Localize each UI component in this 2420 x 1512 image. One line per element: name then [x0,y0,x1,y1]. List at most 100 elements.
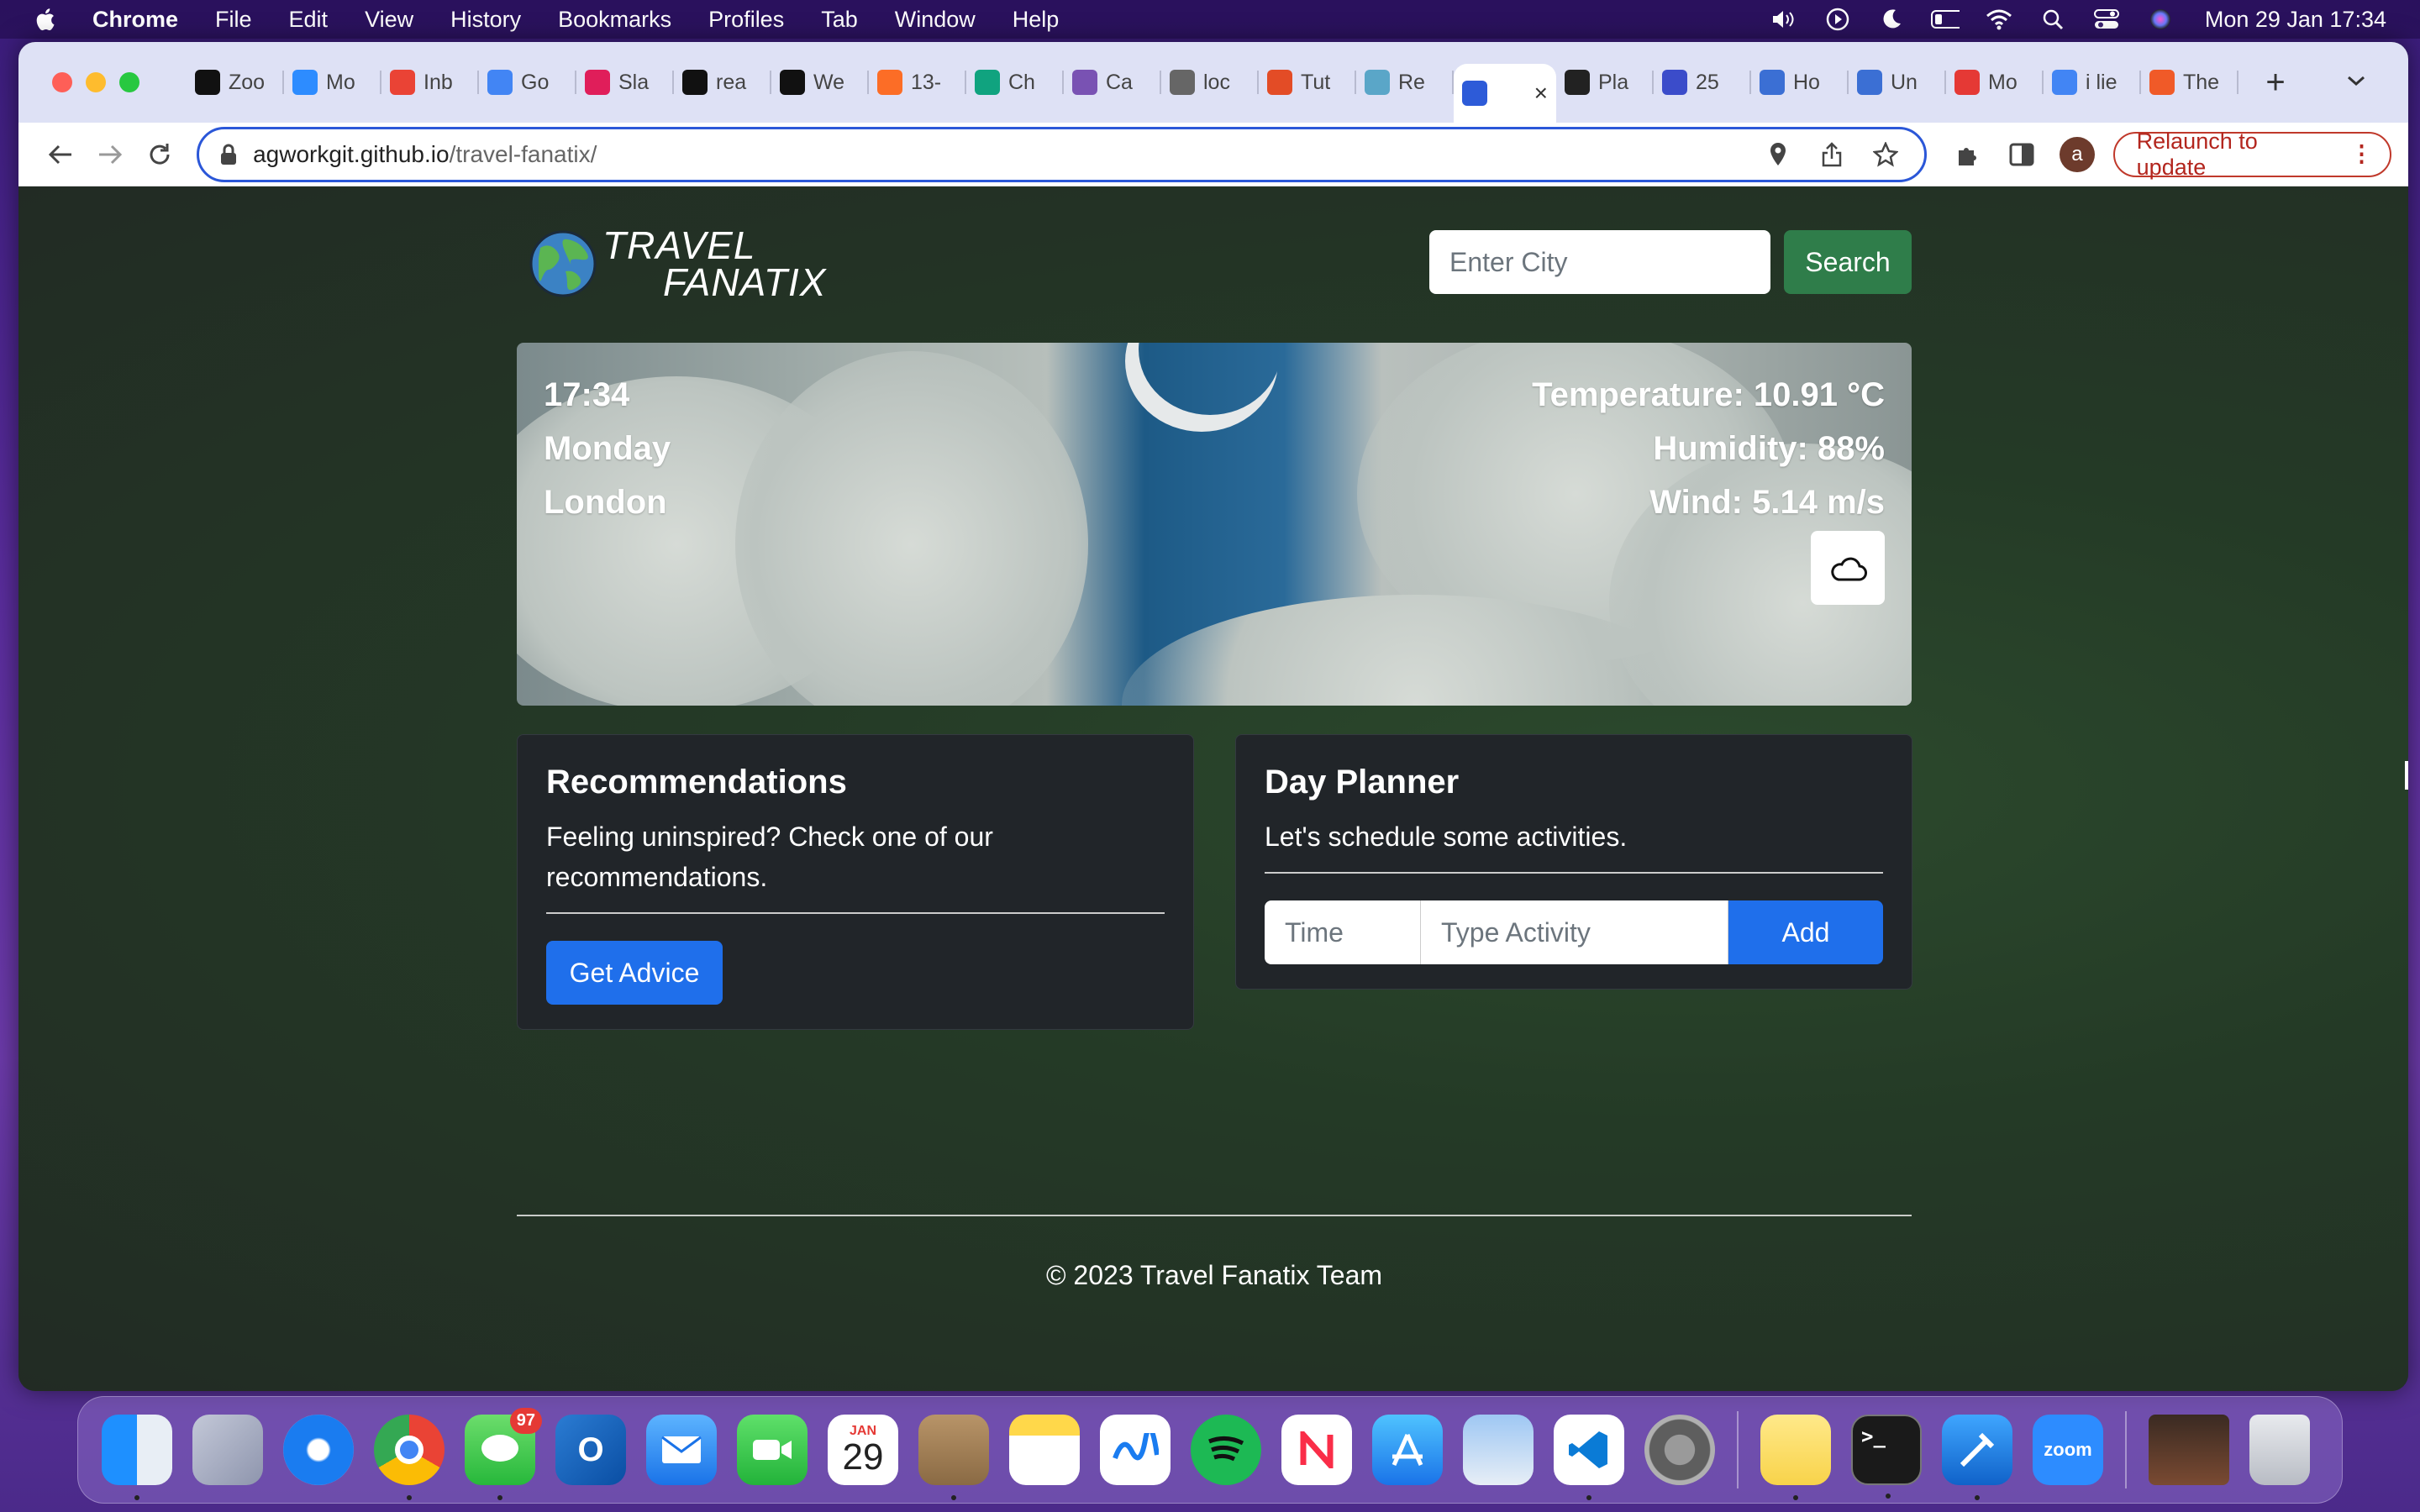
search-button[interactable]: Search [1784,230,1912,294]
close-tab-icon[interactable]: × [1534,80,1548,107]
menu-tab[interactable]: Tab [821,7,858,33]
browser-tab[interactable]: 25 [1654,59,1751,106]
menu-help[interactable]: Help [1013,7,1060,33]
facetime-icon[interactable] [737,1415,808,1485]
browser-tab[interactable]: Pla [1556,59,1654,106]
lock-icon[interactable] [219,144,238,165]
browser-tab[interactable]: Sla [576,59,674,106]
get-advice-button[interactable]: Get Advice [546,941,723,1005]
browser-tab[interactable]: Zoo [187,59,284,106]
control-center-icon[interactable] [2092,7,2121,32]
safari-icon[interactable] [283,1415,354,1485]
terminal-icon[interactable]: >_ [1851,1415,1922,1499]
battery-icon[interactable] [1930,7,1960,32]
location-pin-icon[interactable] [1760,138,1797,171]
menu-window[interactable]: Window [895,7,976,33]
mail-icon[interactable] [646,1415,717,1485]
browser-tab[interactable]: Inb [381,59,479,106]
spotlight-search-icon[interactable] [2039,7,2067,32]
browser-tab[interactable]: Go [479,59,576,106]
chrome-icon[interactable] [374,1415,445,1500]
menu-edit[interactable]: Edit [289,7,329,33]
add-activity-button[interactable]: Add [1728,900,1883,964]
brand-logo[interactable]: TRAVEL FANATIX [529,226,826,302]
menu-file[interactable]: File [215,7,252,33]
browser-tab[interactable]: loc [1161,59,1259,106]
notes-icon[interactable] [1009,1415,1080,1485]
siri-icon[interactable] [2146,7,2175,32]
contacts-icon[interactable] [918,1415,989,1500]
stickies-icon[interactable] [1760,1415,1831,1500]
freeform-icon[interactable] [1100,1415,1171,1485]
browser-tab[interactable]: Mo [1946,59,2044,106]
preview-icon[interactable] [1463,1415,1534,1485]
browser-tab[interactable]: Ch [966,59,1064,106]
weather-temperature: Temperature: 10.91 °C [1532,376,1885,413]
outlook-icon[interactable]: O [555,1415,626,1485]
weather-condition-badge [1811,531,1885,605]
tab-favicon-icon [1365,70,1390,95]
browser-tab[interactable]: Mo [284,59,381,106]
extensions-puzzle-icon[interactable] [1949,134,1988,175]
messages-icon[interactable]: 97 [465,1408,542,1500]
share-icon[interactable] [1813,138,1850,171]
menu-app-name[interactable]: Chrome [92,7,178,33]
bookmark-star-icon[interactable] [1867,138,1904,171]
browser-tab[interactable]: Ho [1751,59,1849,106]
close-window-button[interactable] [52,72,72,92]
apple-menu-icon[interactable] [34,7,55,32]
app-store-icon[interactable] [1372,1415,1443,1485]
browser-tab[interactable]: Tut [1259,59,1356,106]
recommendations-text: Feeling uninspired? Check one of our rec… [546,822,993,892]
new-tab-button[interactable]: + [2259,64,2292,102]
wifi-icon[interactable] [1985,7,2013,32]
browser-tab[interactable]: Ca [1064,59,1161,106]
menu-view[interactable]: View [365,7,413,33]
volume-icon[interactable] [1770,7,1798,32]
trash-icon[interactable] [2249,1415,2310,1485]
activity-input[interactable] [1421,900,1728,964]
browser-tab[interactable]: 13- [869,59,966,106]
forward-button[interactable] [85,131,134,178]
system-settings-icon[interactable] [1644,1415,1715,1485]
reload-button[interactable] [135,131,185,178]
browser-tab[interactable]: i lie [2044,59,2141,106]
browser-tab[interactable]: We [771,59,869,106]
resize-handle[interactable] [2405,761,2408,790]
menu-history[interactable]: History [450,7,521,33]
relaunch-to-update-button[interactable]: Relaunch to update ⋮ [2112,129,2391,180]
now-playing-icon[interactable] [1823,7,1852,32]
spotify-icon[interactable] [1191,1415,1261,1485]
profile-avatar[interactable]: a [2060,136,2095,172]
browser-tab[interactable]: Un [1849,59,1946,106]
menu-profiles[interactable]: Profiles [708,7,784,33]
time-input[interactable] [1265,900,1421,964]
active-tab[interactable]: × [1454,64,1556,123]
menubar-clock[interactable]: Mon 29 Jan 17:34 [2205,7,2386,33]
browser-tab[interactable]: The [2141,59,2238,106]
finder-icon[interactable] [102,1415,172,1500]
calendar-icon[interactable]: JAN 29 [828,1415,898,1485]
back-button[interactable] [35,131,85,178]
side-panel-icon[interactable] [2002,134,2041,175]
browser-tab[interactable]: rea [674,59,771,106]
more-menu-icon[interactable]: ⋮ [2350,141,2373,167]
vscode-icon[interactable] [1554,1415,1624,1500]
tab-favicon-icon [1565,70,1590,95]
news-icon[interactable] [1281,1415,1352,1485]
focus-moon-icon[interactable] [1877,7,1906,32]
minimize-window-button[interactable] [86,72,106,92]
zoom-icon[interactable]: zoom [2033,1415,2103,1485]
crescent-moon [1139,343,1281,415]
launchpad-icon[interactable] [192,1415,263,1485]
address-bar[interactable]: agworkgit.github.io/travel-fanatix/ [197,126,1927,182]
menu-bookmarks[interactable]: Bookmarks [558,7,671,33]
cloud-icon [1831,557,1867,581]
browser-tab[interactable]: Re [1356,59,1454,106]
running-indicator [407,1495,412,1500]
city-search-input[interactable] [1429,230,1770,294]
zoom-window-button[interactable] [119,72,139,92]
tab-search-chevron-icon[interactable] [2346,67,2366,93]
xcode-icon[interactable] [1942,1415,2012,1500]
recent-window-thumbnail[interactable] [2149,1415,2229,1485]
